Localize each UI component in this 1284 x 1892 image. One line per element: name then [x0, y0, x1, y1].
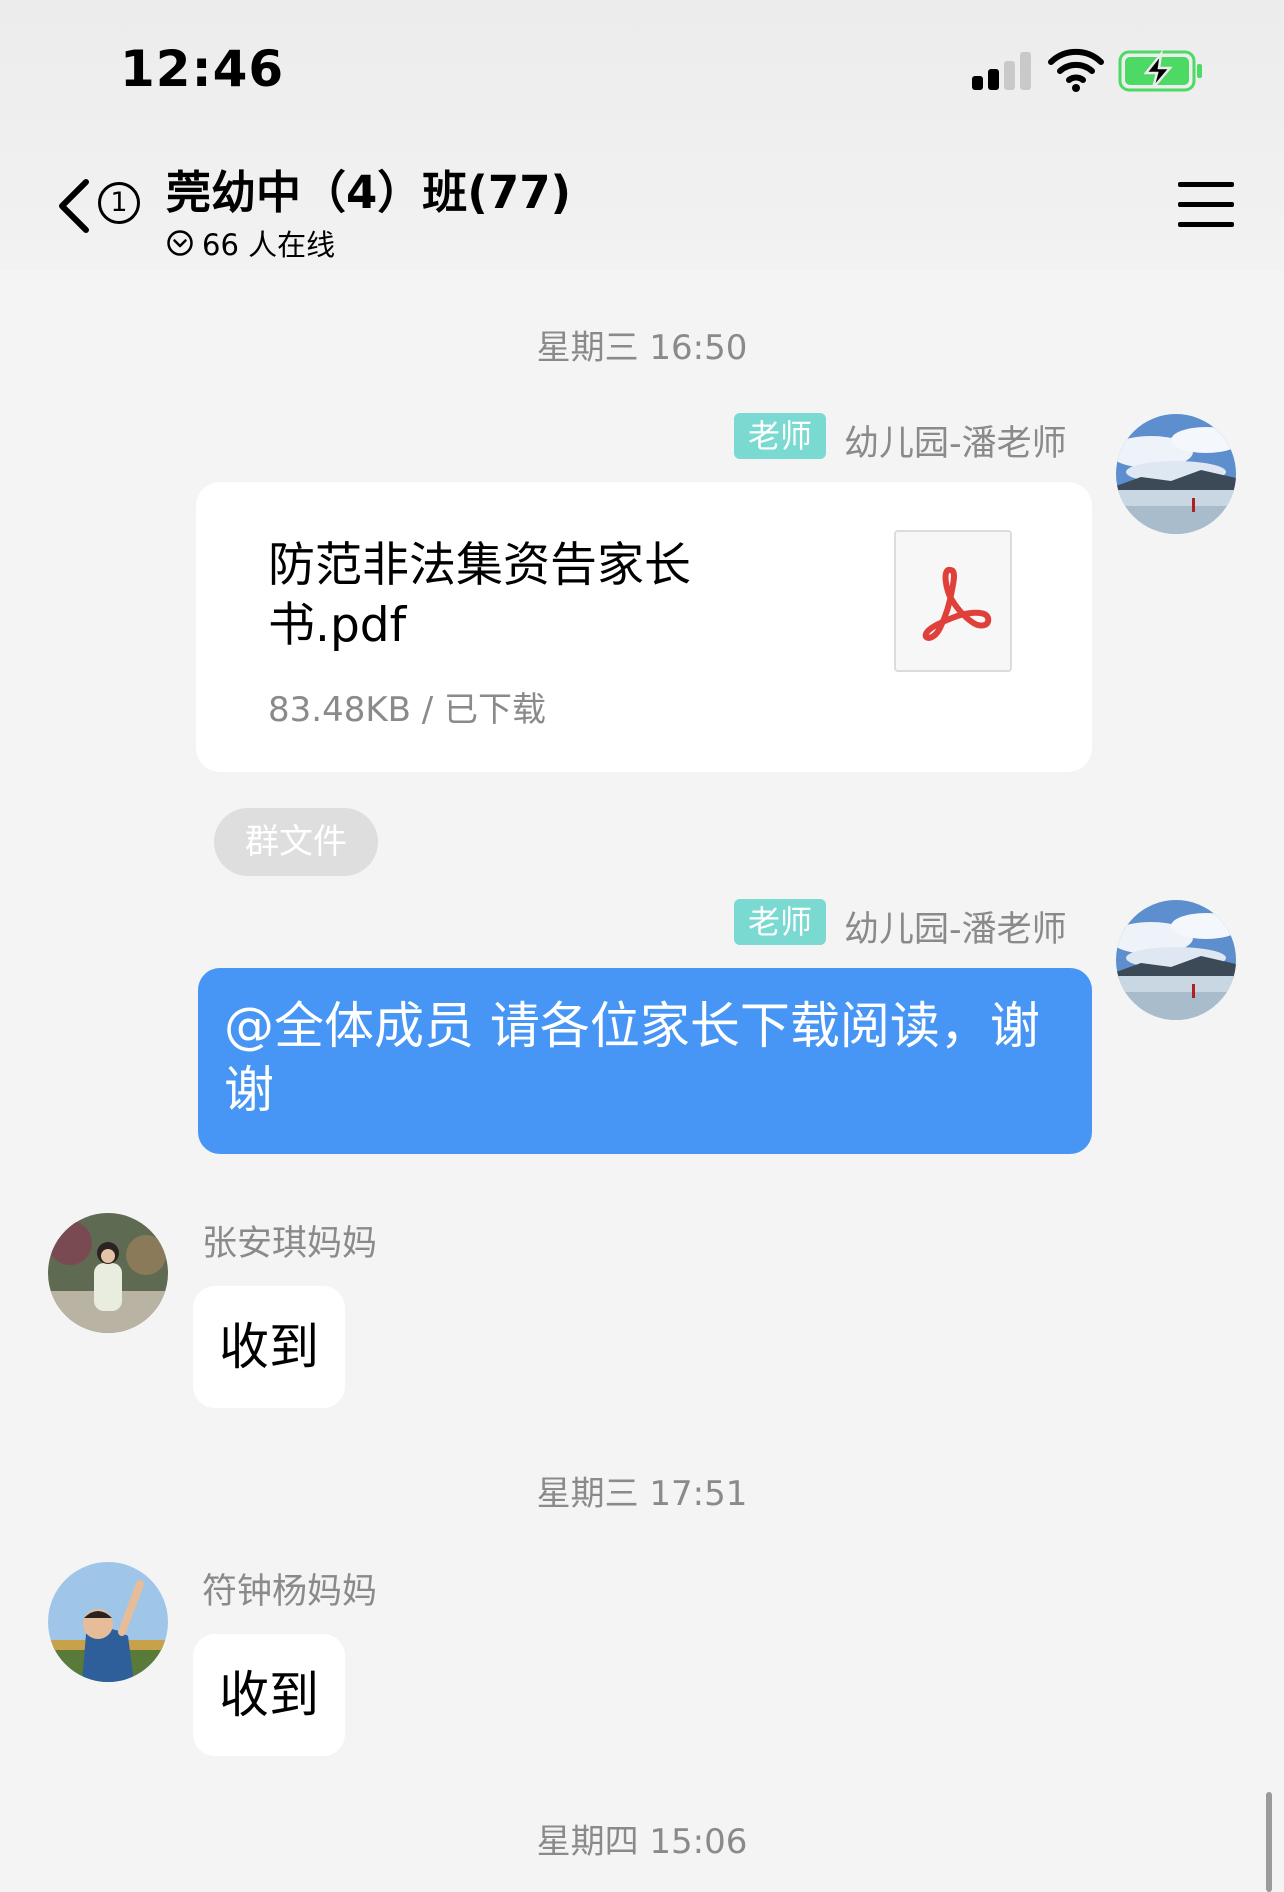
- file-message-card[interactable]: 防范非法集资告家长书.pdf 83.48KB / 已下载: [196, 482, 1092, 772]
- unread-count-badge: 1: [98, 182, 140, 224]
- avatar[interactable]: [1116, 900, 1236, 1020]
- avatar[interactable]: [48, 1213, 168, 1333]
- timestamp: 星期三 16:50: [536, 328, 748, 368]
- file-meta: 83.48KB / 已下载: [268, 690, 547, 730]
- sender-name: 符钟杨妈妈: [202, 1572, 378, 1612]
- back-button[interactable]: [54, 178, 94, 234]
- status-time: 12:46: [120, 40, 285, 98]
- online-status[interactable]: 66 人在线: [166, 222, 335, 264]
- avatar[interactable]: [48, 1562, 168, 1682]
- message-bubble[interactable]: 收到: [193, 1286, 345, 1408]
- sender-name: 张安琪妈妈: [202, 1224, 378, 1264]
- teacher-tag: 老师: [734, 413, 827, 459]
- chevron-down-circle-icon: [167, 230, 193, 256]
- wifi-icon: [1048, 48, 1104, 92]
- message-bubble[interactable]: 收到: [193, 1634, 345, 1756]
- sender-name: 幼儿园-潘老师: [844, 910, 1067, 950]
- avatar-image: [48, 1562, 168, 1682]
- group-file-chip[interactable]: 群文件: [214, 808, 378, 876]
- avatar-image: [1116, 900, 1236, 1020]
- avatar-image: [48, 1213, 168, 1333]
- chat-title[interactable]: 莞幼中（4）班(77): [166, 156, 571, 221]
- battery-charging-icon: [1118, 50, 1202, 92]
- pdf-file-icon: [894, 530, 1012, 672]
- hamburger-menu-icon[interactable]: [1178, 182, 1234, 228]
- timestamp: 星期四 15:06: [536, 1822, 748, 1862]
- message-bubble-own[interactable]: @全体成员 请各位家长下载阅读，谢谢: [198, 968, 1092, 1154]
- avatar-image: [1116, 414, 1236, 534]
- online-count-text: 66 人在线: [202, 228, 336, 262]
- scrollbar[interactable]: [1266, 1792, 1272, 1892]
- avatar[interactable]: [1116, 414, 1236, 534]
- cellular-signal-icon: [972, 52, 1032, 90]
- timestamp: 星期三 17:51: [536, 1474, 748, 1514]
- teacher-tag: 老师: [734, 899, 827, 945]
- file-name: 防范非法集资告家长书.pdf: [268, 538, 691, 653]
- sender-name: 幼儿园-潘老师: [844, 424, 1067, 464]
